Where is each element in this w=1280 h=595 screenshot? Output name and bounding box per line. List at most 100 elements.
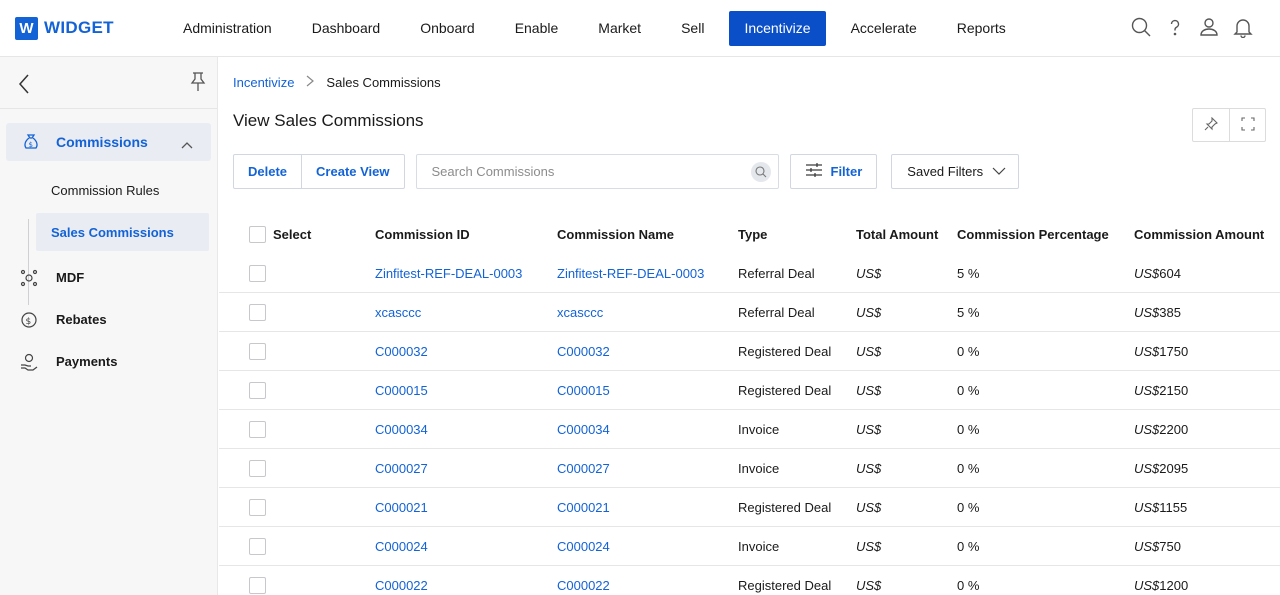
row-select[interactable] — [249, 381, 266, 399]
commission-percentage: 0 % — [957, 499, 980, 515]
sidebar-item-mdf[interactable]: MDF — [0, 256, 217, 298]
column-header-amount[interactable]: Commission Amount — [1134, 227, 1264, 242]
commission-id-link[interactable]: C000015 — [375, 383, 428, 398]
total-amount: US$ — [856, 382, 882, 398]
row-select[interactable] — [249, 459, 266, 477]
row-checkbox[interactable] — [249, 264, 266, 282]
row-select[interactable] — [249, 537, 266, 555]
row-select[interactable] — [249, 498, 266, 516]
select-all[interactable]: Select — [249, 225, 311, 243]
commission-name-link[interactable]: C000022 — [557, 578, 610, 593]
commission-id-link[interactable]: C000034 — [375, 422, 428, 437]
nav-item-reports[interactable]: Reports — [937, 11, 1026, 46]
row-checkbox[interactable] — [249, 576, 266, 594]
action-button-group: Delete Create View — [233, 154, 405, 189]
row-checkbox[interactable] — [249, 420, 266, 438]
row-checkbox[interactable] — [249, 342, 266, 360]
sidebar-item-sales-commissions[interactable]: Sales Commissions — [36, 213, 209, 251]
commission-id-link[interactable]: C000021 — [375, 500, 428, 515]
commission-name-link[interactable]: C000032 — [557, 344, 610, 359]
search-input[interactable] — [431, 164, 732, 179]
row-select[interactable] — [249, 342, 266, 360]
row-checkbox[interactable] — [249, 303, 266, 321]
table-row[interactable]: C000024 C000024 Invoice US$ 0 % US$750 — [219, 527, 1280, 566]
chevron-right-icon — [306, 75, 315, 90]
table-row[interactable]: C000027 C000027 Invoice US$ 0 % US$2095 — [219, 449, 1280, 488]
commission-id-link[interactable]: C000024 — [375, 539, 428, 554]
sidebar-group-label: Commissions — [56, 134, 148, 150]
table-row[interactable]: Zinfitest-REF-DEAL-0003 Zinfitest-REF-DEA… — [219, 254, 1280, 293]
pin-icon — [1204, 116, 1218, 134]
commission-id-link[interactable]: xcasccc — [375, 305, 421, 320]
fullscreen-button[interactable] — [1229, 109, 1265, 141]
commission-amount: US$1200 — [1134, 578, 1188, 593]
select-all-checkbox[interactable] — [249, 225, 266, 243]
table-row[interactable]: C000032 C000032 Registered Deal US$ 0 % US$17… — [219, 332, 1280, 371]
nav-item-dashboard[interactable]: Dashboard — [292, 11, 401, 46]
breadcrumb-current: Sales Commissions — [326, 75, 441, 90]
commission-name-link[interactable]: C000015 — [557, 383, 610, 398]
nav-item-onboard[interactable]: Onboard — [400, 11, 494, 46]
nav-item-market[interactable]: Market — [578, 11, 661, 46]
chevron-up-icon[interactable] — [181, 137, 193, 152]
notification-bell-icon[interactable] — [1232, 16, 1254, 38]
create-view-button[interactable]: Create View — [301, 155, 403, 188]
chevron-left-icon[interactable] — [17, 73, 31, 98]
sidebar-item-commission-rules[interactable]: Commission Rules — [36, 171, 217, 209]
nav-item-incentivize[interactable]: Incentivize — [729, 10, 826, 46]
nav-item-enable[interactable]: Enable — [495, 11, 579, 46]
commission-name-link[interactable]: C000021 — [557, 500, 610, 515]
filter-sliders-icon — [805, 162, 831, 181]
sidebar-group-commissions[interactable]: $ Commissions — [6, 123, 211, 161]
commission-id-link[interactable]: C000027 — [375, 461, 428, 476]
filter-button[interactable]: Filter — [789, 154, 878, 189]
column-header-id[interactable]: Commission ID — [375, 227, 470, 242]
chevron-down-icon — [983, 164, 1006, 179]
commission-name-link[interactable]: C000034 — [557, 422, 610, 437]
commission-amount: US$2150 — [1134, 383, 1188, 398]
help-icon[interactable] — [1164, 16, 1186, 38]
pin-view-button[interactable] — [1193, 109, 1229, 141]
page-title: View Sales Commissions — [233, 111, 424, 130]
sidebar-item-rebates[interactable]: $ Rebates — [0, 298, 217, 340]
row-checkbox[interactable] — [249, 459, 266, 477]
row-checkbox[interactable] — [249, 537, 266, 555]
commission-id-link[interactable]: C000022 — [375, 578, 428, 593]
column-header-type[interactable]: Type — [738, 227, 767, 242]
nav-item-sell[interactable]: Sell — [661, 11, 724, 46]
nav-item-accelerate[interactable]: Accelerate — [831, 11, 937, 46]
search-icon[interactable] — [750, 162, 771, 182]
commission-name-link[interactable]: C000027 — [557, 461, 610, 476]
row-checkbox[interactable] — [249, 498, 266, 516]
pin-icon[interactable] — [190, 72, 206, 95]
table-row[interactable]: C000015 C000015 Registered Deal US$ 0 % US$21… — [219, 371, 1280, 410]
user-icon[interactable] — [1198, 16, 1220, 38]
table-row[interactable]: xcasccc xcasccc Referral Deal US$ 5 % US$385 — [219, 293, 1280, 332]
commission-name-link[interactable]: C000024 — [557, 539, 610, 554]
table-row[interactable]: C000034 C000034 Invoice US$ 0 % US$2200 — [219, 410, 1280, 449]
row-select[interactable] — [249, 303, 266, 321]
column-header-total[interactable]: Total Amount — [856, 227, 938, 242]
row-checkbox[interactable] — [249, 381, 266, 399]
row-select[interactable] — [249, 420, 266, 438]
commission-id-link[interactable]: Zinfitest-REF-DEAL-0003 — [375, 266, 522, 281]
commission-id-link[interactable]: C000032 — [375, 344, 428, 359]
nav-item-administration[interactable]: Administration — [163, 11, 292, 46]
column-header-name[interactable]: Commission Name — [557, 227, 674, 242]
search-box — [415, 154, 779, 189]
row-select[interactable] — [249, 576, 266, 594]
currency-label: US$ — [1134, 499, 1160, 515]
amount-value: 1155 — [1159, 499, 1188, 515]
app-logo[interactable]: W WIDGET — [15, 16, 163, 40]
breadcrumb-parent[interactable]: Incentivize — [233, 75, 294, 90]
commission-name-link[interactable]: xcasccc — [557, 305, 603, 320]
delete-button[interactable]: Delete — [234, 155, 301, 188]
search-icon[interactable] — [1130, 16, 1152, 38]
column-header-percentage[interactable]: Commission Percentage — [957, 227, 1109, 242]
saved-filters-dropdown[interactable]: Saved Filters — [891, 154, 1020, 189]
table-row[interactable]: C000021 C000021 Registered Deal US$ 0 % US$11… — [219, 488, 1280, 527]
sidebar-item-payments[interactable]: Payments — [0, 340, 217, 382]
row-select[interactable] — [249, 264, 266, 282]
table-row[interactable]: C000022 C000022 Registered Deal US$ 0 % US$12… — [219, 566, 1280, 595]
commission-name-link[interactable]: Zinfitest-REF-DEAL-0003 — [557, 266, 704, 281]
